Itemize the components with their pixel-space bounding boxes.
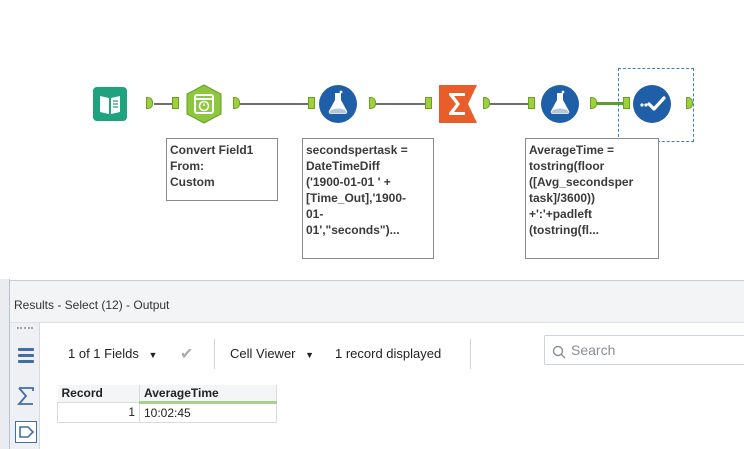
- workflow-canvas[interactable]: Convert Field1 From: Custom secondsperta…: [0, 0, 744, 279]
- chevron-down-icon: ▼: [305, 350, 315, 360]
- formula1-output-anchor[interactable]: [369, 97, 376, 109]
- annotation-line: secondspertask =: [306, 143, 408, 157]
- datetime-annotation: Convert Field1 From: Custom: [166, 138, 278, 201]
- toolbar-divider: [214, 339, 215, 369]
- clock-calendar-icon: [186, 84, 222, 124]
- connector-2: [240, 103, 308, 105]
- column-header-averagetime[interactable]: AverageTime: [139, 385, 277, 404]
- annotation-line: +':'+padleft: [529, 207, 593, 221]
- annotation-line: tostring(floor: [529, 159, 605, 173]
- fields-label: 1 of 1 Fields: [68, 346, 139, 361]
- connector-4: [490, 103, 528, 105]
- averagetime-cell[interactable]: 10:02:45: [139, 401, 277, 423]
- formula-tool-1[interactable]: [318, 84, 358, 124]
- annotation-line: [Time_Out],'1900-: [306, 191, 406, 205]
- search-input[interactable]: [571, 341, 741, 359]
- fields-dropdown[interactable]: 1 of 1 Fields ▼: [68, 346, 157, 361]
- annotation-line: (tostring(fl...: [529, 223, 599, 237]
- connector-3: [375, 103, 425, 105]
- datetime-tool-input-anchor[interactable]: [172, 97, 179, 109]
- drag-grip-icon[interactable]: [17, 327, 33, 330]
- cell-viewer-dropdown[interactable]: Cell Viewer ▼: [230, 346, 314, 361]
- flask-icon: [319, 85, 357, 123]
- connector-1: [154, 103, 172, 105]
- summarize-input-anchor[interactable]: [425, 97, 432, 109]
- checkmark-icon: [633, 85, 671, 123]
- annotation-line: Convert Field1: [170, 143, 254, 157]
- annotation-line: 01',"seconds")...: [306, 223, 400, 237]
- annotation-line: AverageTime =: [529, 143, 615, 157]
- column-header-record[interactable]: Record: [57, 385, 140, 402]
- datetime-tool[interactable]: [184, 84, 222, 124]
- sigma-summary-icon[interactable]: [15, 385, 37, 407]
- results-toolbar: 1 of 1 Fields ▼ ✔ Cell Viewer ▼ 1 record…: [40, 323, 744, 379]
- chevron-down-icon: ▼: [148, 350, 158, 360]
- results-title: Results - Select (12) - Output: [14, 298, 170, 312]
- annotation-line: 01-: [306, 207, 324, 221]
- records-count: 1 record displayed: [335, 346, 442, 361]
- datetime-tool-output-anchor[interactable]: [233, 97, 240, 109]
- annotation-line: From:: [170, 159, 204, 173]
- formula-tool-2[interactable]: [540, 84, 580, 124]
- summarize-tool[interactable]: [436, 84, 480, 124]
- sigma-icon: [439, 85, 477, 123]
- select-input-anchor[interactable]: [623, 97, 630, 109]
- apply-checkmark-icon[interactable]: ✔: [180, 344, 193, 364]
- formula1-annotation: secondspertask = DateTimeDiff ('1900-01-…: [302, 138, 434, 259]
- cell-viewer-label: Cell Viewer: [230, 346, 296, 361]
- results-header: Results - Select (12) - Output: [10, 280, 744, 323]
- table-view-icon[interactable]: [15, 345, 37, 367]
- search-icon: [552, 345, 566, 359]
- annotation-line: DateTimeDiff: [306, 159, 380, 173]
- book-icon: [93, 87, 127, 121]
- flask-icon: [541, 85, 579, 123]
- annotation-line: ([Avg_secondsper: [529, 175, 634, 189]
- summarize-output-anchor[interactable]: [483, 97, 490, 109]
- formula2-annotation: AverageTime = tostring(floor ([Avg_secon…: [525, 138, 659, 259]
- formula2-output-anchor[interactable]: [590, 97, 597, 109]
- annotation-line: ('1900-01-01 ' +: [306, 175, 391, 189]
- input-data-tool[interactable]: [92, 86, 128, 122]
- formula1-input-anchor[interactable]: [308, 97, 315, 109]
- annotation-line: task]/3600)): [529, 191, 596, 205]
- tag-view-icon[interactable]: [15, 421, 37, 443]
- results-table: Record AverageTime 1 10:02:45: [57, 385, 277, 423]
- input-tool-output-anchor[interactable]: [146, 97, 153, 109]
- search-box[interactable]: [544, 335, 744, 365]
- toolbar-divider: [470, 339, 471, 369]
- record-cell[interactable]: 1: [57, 401, 140, 423]
- annotation-line: Custom: [170, 175, 215, 189]
- table-row[interactable]: 1 10:02:45: [57, 401, 277, 423]
- formula2-input-anchor[interactable]: [528, 97, 535, 109]
- select-tool[interactable]: [632, 84, 672, 124]
- results-side-toolbar: [10, 323, 40, 449]
